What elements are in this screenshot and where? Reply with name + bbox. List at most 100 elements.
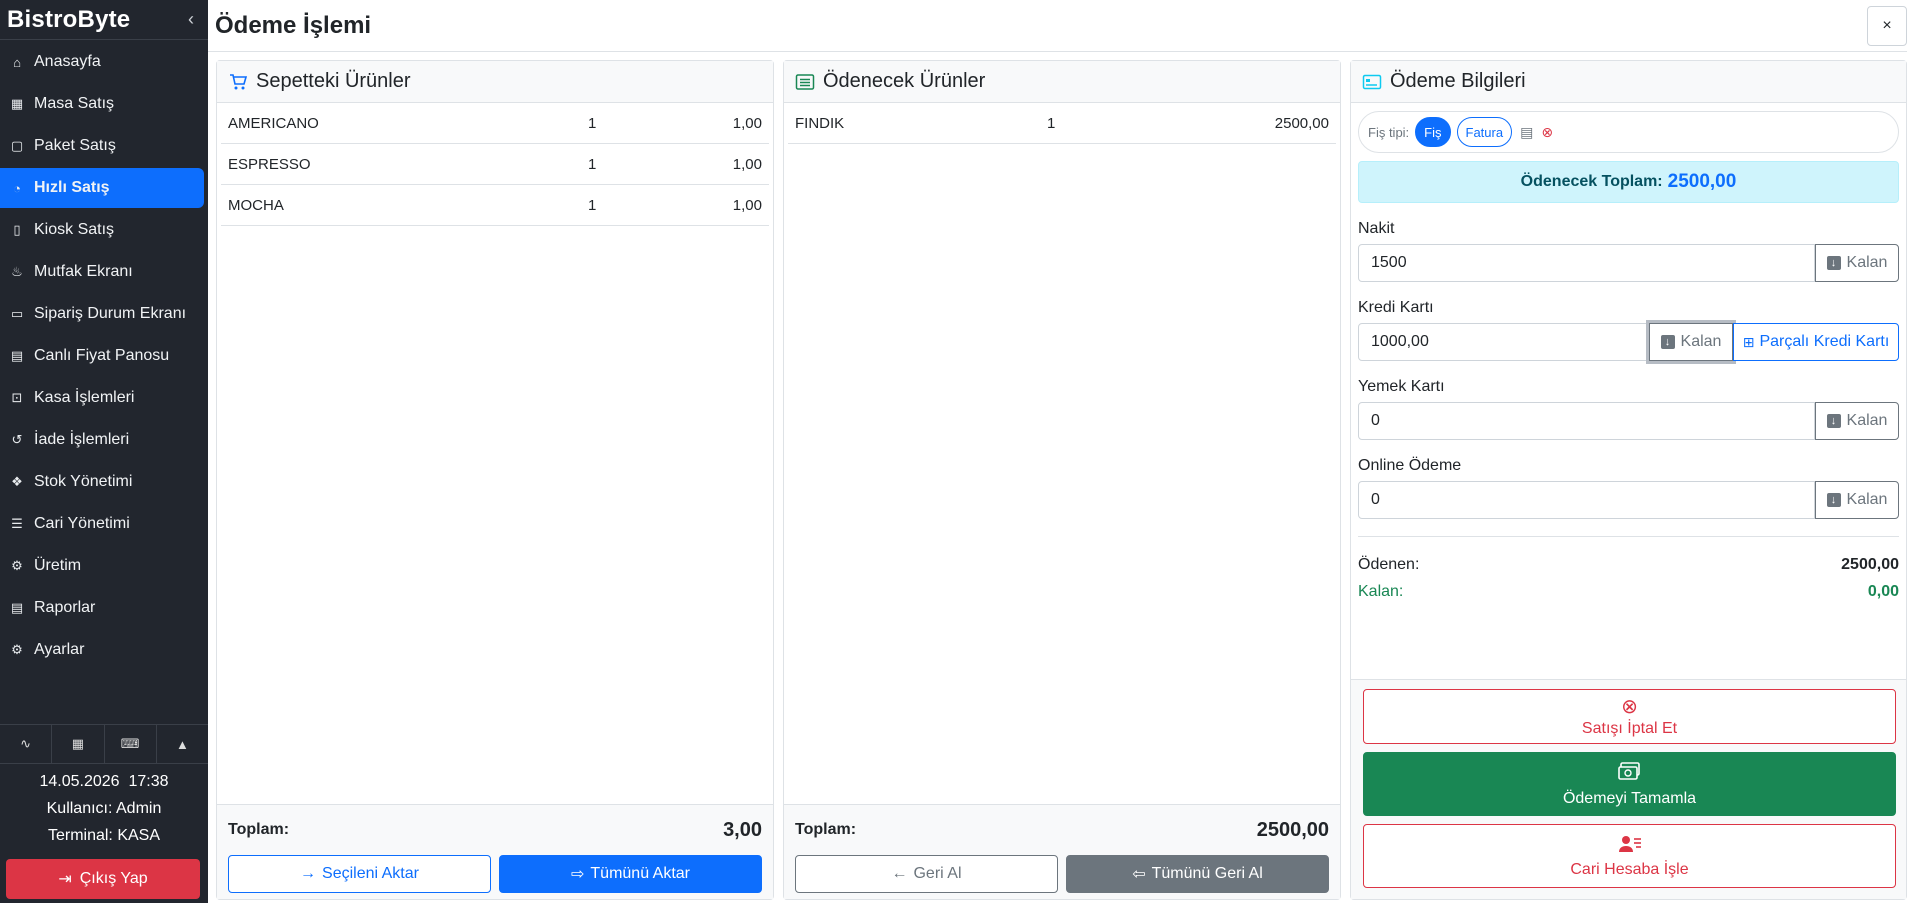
cash-stack-icon	[1617, 761, 1642, 788]
total-label: Toplam:	[228, 821, 290, 838]
credit-card-group: ↓ Kalan ⊞Parçalı Kredi Kartı	[1358, 323, 1899, 361]
item-qty: 1	[588, 114, 597, 132]
credit-fill-remaining-button[interactable]: ↓ Kalan	[1649, 323, 1733, 361]
divider	[1358, 536, 1899, 537]
sidebar-item-ayarlar[interactable]: ⚙ Ayarlar	[0, 630, 204, 670]
button-label: Tümünü Geri Al	[1151, 865, 1263, 882]
sidebar-item-label: Kiosk Satış	[34, 221, 115, 238]
cash-label: Nakit	[1358, 220, 1395, 237]
receipt-type-label: Fiş tipi:	[1368, 124, 1410, 140]
button-label: Cari Hesaba İşle	[1570, 860, 1689, 878]
logout-button[interactable]: ⇥ Çıkış Yap	[6, 859, 200, 899]
button-label: Satışı İptal Et	[1581, 719, 1678, 737]
item-name: ESPRESSO	[228, 155, 311, 173]
clear-icon[interactable]: ⊗	[1541, 124, 1553, 141]
cart-icon	[228, 72, 248, 92]
box-arrow-left-icon: ⇦	[1132, 866, 1146, 883]
cart-panel: Sepetteki Ürünler AMERICANO 1 1,00 ESPRESS…	[216, 60, 774, 900]
sidebar-item-mutfak-ekrani[interactable]: ♨ Mutfak Ekranı	[0, 252, 204, 292]
page-header: Ödeme İşlemi ×	[208, 0, 1907, 52]
undo-icon: ↺	[11, 432, 23, 447]
sidebar-item-siparis-durum[interactable]: ▭ Sipariş Durum Ekranı	[0, 294, 204, 334]
sidebar-item-canli-fiyat[interactable]: ▤ Canlı Fiyat Panosu	[0, 336, 204, 376]
bell-icon[interactable]: ▲	[157, 725, 208, 763]
credit-card-input[interactable]	[1358, 323, 1649, 361]
calculator-icon[interactable]: ▦	[52, 725, 105, 763]
total-value: 3,00	[723, 818, 762, 841]
sidebar-item-kasa-islemleri[interactable]: ⊡ Kasa İşlemleri	[0, 378, 204, 418]
transfer-selected-button[interactable]: → Seçileni Aktar	[228, 855, 491, 893]
item-name: AMERICANO	[228, 114, 319, 132]
remaining-value: 0,00	[1867, 583, 1899, 600]
arrow-left-icon: ←	[891, 865, 908, 882]
online-fill-remaining-button[interactable]: ↓ Kalan	[1815, 481, 1899, 519]
cash-group: ↓ Kalan	[1358, 244, 1899, 282]
online-payment-input[interactable]	[1358, 481, 1815, 519]
activity-icon[interactable]: ∿	[0, 725, 53, 763]
download-icon: ↓	[1826, 493, 1841, 507]
payable-total-label: Ödenecek Toplam:	[1520, 173, 1663, 190]
sidebar-item-label: Paket Satış	[34, 137, 116, 154]
cart-row[interactable]: AMERICANO 1 1,00	[221, 103, 769, 144]
pay-items-panel: Ödenecek Ürünler FINDIK 1 2500,00 Toplam: …	[783, 60, 1341, 900]
split-credit-card-button[interactable]: ⊞ Parçalı Kredi Kartı	[1733, 323, 1899, 361]
payable-total-value: 2500,00	[1667, 171, 1737, 192]
cart-actions: → Seçileni Aktar ⇨ Tümünü Aktar	[228, 855, 762, 893]
sidebar-item-masa-satis[interactable]: ▦ Masa Satış	[0, 84, 204, 124]
post-to-account-button[interactable]: Cari Hesaba İşle	[1363, 824, 1896, 888]
sidebar-item-hizli-satis[interactable]: ◔ Hızlı Satış	[0, 168, 204, 208]
paid-label: Ödenen:	[1358, 556, 1420, 573]
receipt-type-fis[interactable]: Fiş	[1415, 117, 1451, 147]
sidebar-item-iade-islemleri[interactable]: ↺ İade İşlemleri	[0, 420, 204, 460]
sidebar-item-label: Ayarlar	[34, 641, 85, 658]
session-info: 14.05.2026 17:38 Kullanıcı: Admin Termin…	[0, 764, 208, 859]
cash-input[interactable]	[1358, 244, 1815, 282]
total-label: Toplam:	[795, 821, 857, 838]
pay-items-panel-header: Ödenecek Ürünler	[784, 61, 1340, 103]
undo-all-button[interactable]: ⇦ Tümünü Geri Al	[1066, 855, 1329, 893]
transfer-all-button[interactable]: ⇨ Tümünü Aktar	[499, 855, 762, 893]
cart-row[interactable]: MOCHA 1 1,00	[221, 185, 769, 226]
sidebar-item-anasayfa[interactable]: ⌂ Anasayfa	[0, 42, 204, 82]
keyboard-icon[interactable]: ⌨	[105, 725, 157, 763]
speedometer-icon: ◔	[13, 180, 21, 196]
sidebar-item-raporlar[interactable]: ▤ Raporlar	[0, 588, 204, 628]
sidebar-item-paket-satis[interactable]: ▢ Paket Satış	[0, 126, 204, 166]
meal-card-label: Yemek Kartı	[1358, 378, 1445, 395]
sidebar-nav: ⌂ Anasayfa ▦ Masa Satış ▢ Paket Satış ◔ Hızl…	[0, 42, 208, 670]
online-payment-group: ↓ Kalan	[1358, 481, 1899, 519]
item-price: 1,00	[732, 155, 762, 173]
boxes-icon: ❖	[11, 474, 23, 489]
sidebar-item-uretim[interactable]: ⚙ Üretim	[0, 546, 204, 586]
cart-panel-header: Sepetteki Ürünler	[217, 61, 773, 103]
undo-button[interactable]: ← Geri Al	[795, 855, 1058, 893]
box-icon: ▢	[10, 138, 24, 153]
download-icon: ↓	[1826, 414, 1841, 428]
meal-fill-remaining-button[interactable]: ↓ Kalan	[1815, 402, 1899, 440]
cart-total: Toplam: 3,00	[228, 805, 762, 855]
pay-items-footer: Toplam: 2500,00 ← Geri Al ⇦ Tümünü Geri Al	[784, 804, 1340, 899]
settings-icon: ⚙	[11, 642, 23, 657]
chevron-left-icon[interactable]: ‹	[188, 9, 194, 30]
list-icon	[795, 72, 815, 92]
payment-panel-title: Ödeme Bilgileri	[1390, 70, 1526, 92]
credit-card-label: Kredi Kartı	[1358, 299, 1434, 316]
cash-fill-remaining-button[interactable]: ↓ Kalan	[1815, 244, 1899, 282]
sidebar-item-label: Mutfak Ekranı	[34, 263, 133, 280]
cart-row[interactable]: ESPRESSO 1 1,00	[221, 144, 769, 185]
close-button[interactable]: ×	[1867, 6, 1907, 46]
button-label: Geri Al	[913, 865, 962, 882]
cancel-sale-button[interactable]: ⊗ Satışı İptal Et	[1363, 689, 1896, 744]
meal-card-input[interactable]	[1358, 402, 1815, 440]
home-icon: ⌂	[13, 54, 21, 70]
sidebar-item-cari-yonetimi[interactable]: ☰ Cari Yönetimi	[0, 504, 204, 544]
complete-payment-button[interactable]: Ödemeyi Tamamla	[1363, 752, 1896, 816]
sidebar-item-stok-yonetimi[interactable]: ❖ Stok Yönetimi	[0, 462, 204, 502]
sidebar-item-kiosk-satis[interactable]: ▯ Kiosk Satış	[0, 210, 204, 250]
pay-item-row[interactable]: FINDIK 1 2500,00	[788, 103, 1336, 144]
grid-icon: ▦	[10, 96, 24, 111]
total-value: 2500,00	[1256, 818, 1329, 841]
receipt-type-fatura[interactable]: Fatura	[1456, 117, 1513, 147]
receipt-icon[interactable]: ▤	[1520, 124, 1533, 141]
box-arrow-right-icon: ⇨	[570, 866, 585, 883]
